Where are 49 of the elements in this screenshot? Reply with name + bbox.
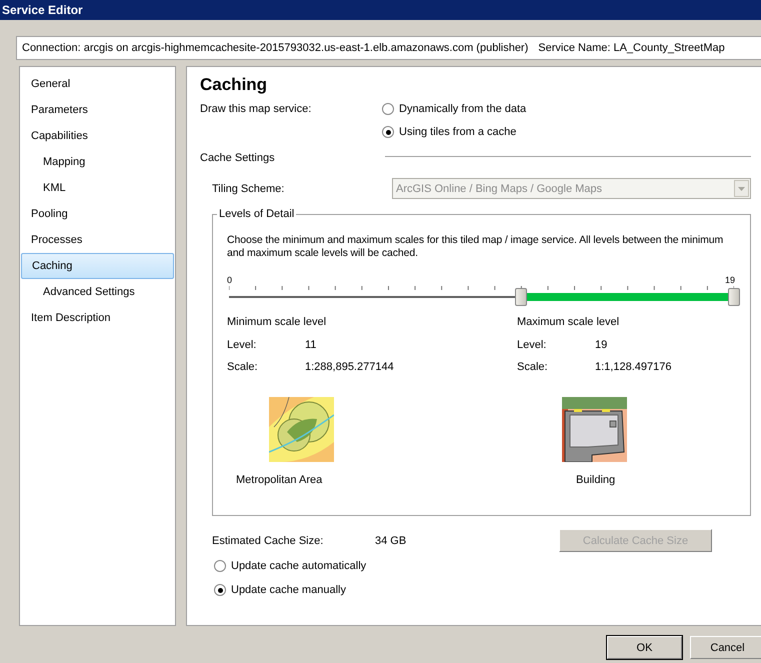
sidebar-item[interactable]: Advanced Settings (21, 279, 174, 305)
scale-heading: Maximum scale level (517, 316, 620, 330)
tick-label: 0 (227, 275, 232, 285)
sidebar-item[interactable]: Processes (21, 227, 174, 253)
scale-value: 1:1,128.497176 (595, 361, 672, 373)
tiling-scheme-label: Tiling Scheme: (212, 182, 286, 194)
level-value: 19 (595, 339, 608, 351)
scale-label: Scale: (517, 361, 549, 373)
cancel-button[interactable]: Cancel (690, 636, 761, 659)
radio-label[interactable]: Using tiles from a cache (399, 126, 516, 138)
scale-label: Scale: (227, 361, 259, 373)
sidebar-item[interactable]: KML (21, 175, 174, 201)
service-name: Service Name: LA_County_StreetMap (538, 42, 725, 54)
level-label: Level: (517, 339, 548, 351)
radio-label[interactable]: Update cache automatically (231, 560, 366, 572)
scale-value: 1:288,895.277144 (305, 361, 394, 373)
picture-caption: Metropolitan Area (235, 474, 324, 486)
radio-button[interactable] (214, 560, 226, 572)
page-title: Caching (200, 75, 268, 96)
radio-button[interactable] (382, 103, 394, 115)
description-text: Choose the minimum and maximum scales for this tiled map / image service. All levels between the minimum and maximum scale levels will be cached. (227, 234, 724, 260)
window-title: Service Editor (2, 3, 83, 17)
tick-label: 19 (724, 275, 735, 285)
sidebar-item[interactable]: Parameters (21, 97, 174, 123)
floor-plan-picture (562, 397, 627, 462)
section-heading: Cache Settings (200, 152, 275, 164)
sidebar-item[interactable]: Item Description (21, 305, 174, 331)
draw-label: Draw this map service: (200, 102, 312, 117)
radio-label[interactable]: Dynamically from the data (399, 103, 526, 115)
radio-button[interactable] (214, 584, 226, 596)
sidebar-item[interactable]: General (21, 71, 174, 97)
map-picture (269, 397, 334, 462)
sidebar-item[interactable]: Pooling (21, 201, 174, 227)
scale-heading: Minimum scale level (227, 316, 328, 330)
connection-text: Connection: arcgis on arcgis-highmemcachesite-2015793032.us-east-1.elb.amazonaws.com (publisher) (22, 42, 528, 54)
sidebar-item[interactable]: Capabilities (21, 123, 174, 149)
estimated-size-label: Estimated Cache Size: (212, 534, 324, 546)
estimated-size-value: 34 GB (375, 534, 408, 546)
sidebar-item[interactable]: Mapping (21, 149, 174, 175)
radio-label[interactable]: Update cache manually (231, 584, 346, 596)
picture-caption: Building (575, 474, 616, 486)
radio-button[interactable] (382, 126, 394, 138)
group-title: Levels of Detail (217, 208, 296, 220)
level-label: Level: (227, 339, 258, 351)
sidebar-item[interactable]: Caching (21, 253, 174, 279)
slider-thumb[interactable] (515, 288, 528, 306)
level-value: 11 (305, 339, 316, 351)
ok-button[interactable]: OK (607, 636, 682, 659)
slider-thumb[interactable] (728, 288, 740, 306)
